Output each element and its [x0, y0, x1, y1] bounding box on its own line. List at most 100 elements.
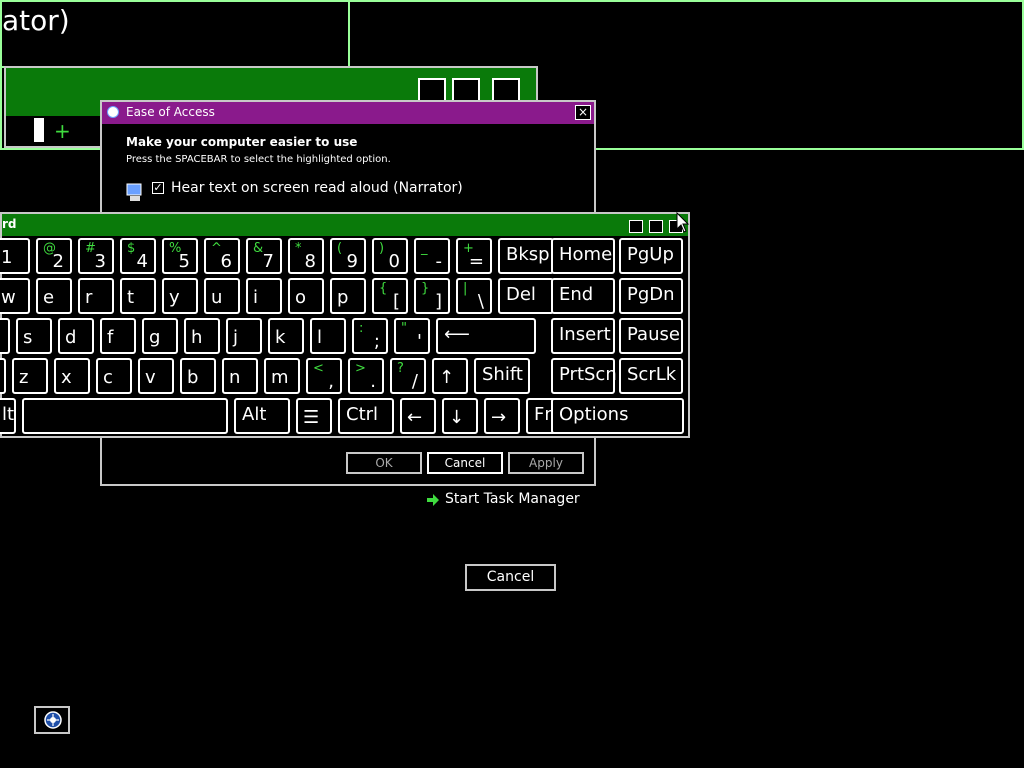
key-↑[interactable]: ↑: [432, 358, 468, 394]
key-4[interactable]: $4: [120, 238, 156, 274]
key-←[interactable]: ←: [400, 398, 436, 434]
key-0[interactable]: ) 0: [372, 238, 408, 274]
key-pgdn[interactable]: PgDn: [619, 278, 683, 314]
key-label: j: [233, 327, 239, 348]
shift-glyph: }: [421, 281, 430, 296]
key-/[interactable]: ? /: [390, 358, 426, 394]
key-label: →: [491, 407, 507, 428]
shift-glyph: ?: [397, 361, 404, 376]
key-f[interactable]: f: [100, 318, 136, 354]
key-d[interactable]: d: [58, 318, 94, 354]
key-label: i: [253, 287, 259, 308]
key-z[interactable]: z: [12, 358, 48, 394]
key-6[interactable]: ^ 6: [204, 238, 240, 274]
key-3[interactable]: #3: [78, 238, 114, 274]
key-label: u: [211, 287, 223, 308]
key-scrlk[interactable]: ScrLk: [619, 358, 683, 394]
key-j[interactable]: j: [226, 318, 262, 354]
ok-button[interactable]: OK: [346, 452, 422, 474]
key-2[interactable]: @2: [36, 238, 72, 274]
key-p[interactable]: p: [330, 278, 366, 314]
key-home[interactable]: Home: [551, 238, 615, 274]
key-pgup[interactable]: PgUp: [619, 238, 683, 274]
key-b[interactable]: b: [180, 358, 216, 394]
ease-of-access-instruction: Press the SPACEBAR to select the highlig…: [126, 154, 391, 165]
key-9[interactable]: (9: [330, 238, 366, 274]
key-n[interactable]: n: [222, 358, 258, 394]
key-i[interactable]: i: [246, 278, 282, 314]
shift-glyph: ): [379, 241, 385, 256]
key-↓[interactable]: ↓: [442, 398, 478, 434]
key-e[interactable]: e: [36, 278, 72, 314]
key-w[interactable]: w: [0, 278, 30, 314]
cancel-button[interactable]: Cancel: [465, 564, 556, 591]
key-5[interactable]: % 5: [162, 238, 198, 274]
key-;[interactable]: :;: [352, 318, 388, 354]
key-r[interactable]: r: [78, 278, 114, 314]
key-pause[interactable]: Pause: [619, 318, 683, 354]
key-1[interactable]: 1: [0, 238, 30, 274]
key-label: Insert: [559, 324, 611, 345]
background-window-title: ator): [2, 4, 70, 37]
key-u[interactable]: u: [204, 278, 240, 314]
key-☰[interactable]: ☰: [296, 398, 332, 434]
key-r2k0[interactable]: [0, 318, 10, 354]
key-8[interactable]: * 8: [288, 238, 324, 274]
key-][interactable]: }]: [414, 278, 450, 314]
key-prtscn[interactable]: PrtScn: [551, 358, 617, 394]
key-x[interactable]: x: [54, 358, 90, 394]
key-m[interactable]: m: [264, 358, 300, 394]
apply-button[interactable]: Apply: [508, 452, 584, 474]
shift-glyph: (: [337, 241, 343, 256]
key-r4k1[interactable]: [22, 398, 228, 434]
key-.[interactable]: >.: [348, 358, 384, 394]
close-button[interactable]: [492, 78, 520, 102]
key-label: Del: [506, 284, 536, 305]
key-end[interactable]: End: [551, 278, 615, 314]
maximize-button[interactable]: [452, 78, 480, 102]
key-t[interactable]: t: [120, 278, 156, 314]
key-,[interactable]: <,: [306, 358, 342, 394]
key-label: r: [85, 287, 93, 308]
key--[interactable]: _ -: [414, 238, 450, 274]
osk-maximize-button[interactable]: [649, 220, 663, 233]
cancel-dialog-button[interactable]: Cancel: [427, 452, 503, 474]
shift-glyph: <: [313, 361, 324, 376]
key-7[interactable]: & 7: [246, 238, 282, 274]
osk-minimize-button[interactable]: [629, 220, 643, 233]
key-label: v: [145, 367, 156, 388]
key-y[interactable]: y: [162, 278, 198, 314]
ease-of-access-close-button[interactable]: ×: [575, 105, 591, 120]
key-s[interactable]: s: [16, 318, 52, 354]
key-Ctrl[interactable]: Ctrl: [338, 398, 394, 434]
key-⟵[interactable]: ⟵: [436, 318, 536, 354]
key-→[interactable]: →: [484, 398, 520, 434]
key-Shift[interactable]: Shift: [474, 358, 530, 394]
key-l[interactable]: l: [310, 318, 346, 354]
key-c[interactable]: c: [96, 358, 132, 394]
key-o[interactable]: o: [288, 278, 324, 314]
key-insert[interactable]: Insert: [551, 318, 615, 354]
key-r3k0[interactable]: [0, 358, 6, 394]
shift-glyph: _: [421, 241, 428, 256]
key-k[interactable]: k: [268, 318, 304, 354]
narrator-option-label[interactable]: Hear text on screen read aloud (Narrator…: [171, 180, 463, 196]
options-button[interactable]: Options: [551, 398, 684, 434]
key-[[interactable]: {[: [372, 278, 408, 314]
narrator-checkbox[interactable]: ✓: [152, 182, 164, 194]
key-label: lt: [2, 404, 15, 425]
ease-of-access-button[interactable]: [34, 706, 70, 734]
key-h[interactable]: h: [184, 318, 220, 354]
key-label: 7: [262, 251, 274, 272]
shift-glyph: ": [401, 321, 407, 336]
key-=[interactable]: + =: [456, 238, 492, 274]
key-lt[interactable]: lt: [0, 398, 16, 434]
key-Alt[interactable]: Alt: [234, 398, 290, 434]
key-Del[interactable]: Del: [498, 278, 554, 314]
key-'[interactable]: " ': [394, 318, 430, 354]
key-Bksp[interactable]: Bksp: [498, 238, 554, 274]
minimize-button[interactable]: [418, 78, 446, 102]
key-v[interactable]: v: [138, 358, 174, 394]
key-\[interactable]: | \: [456, 278, 492, 314]
key-g[interactable]: g: [142, 318, 178, 354]
